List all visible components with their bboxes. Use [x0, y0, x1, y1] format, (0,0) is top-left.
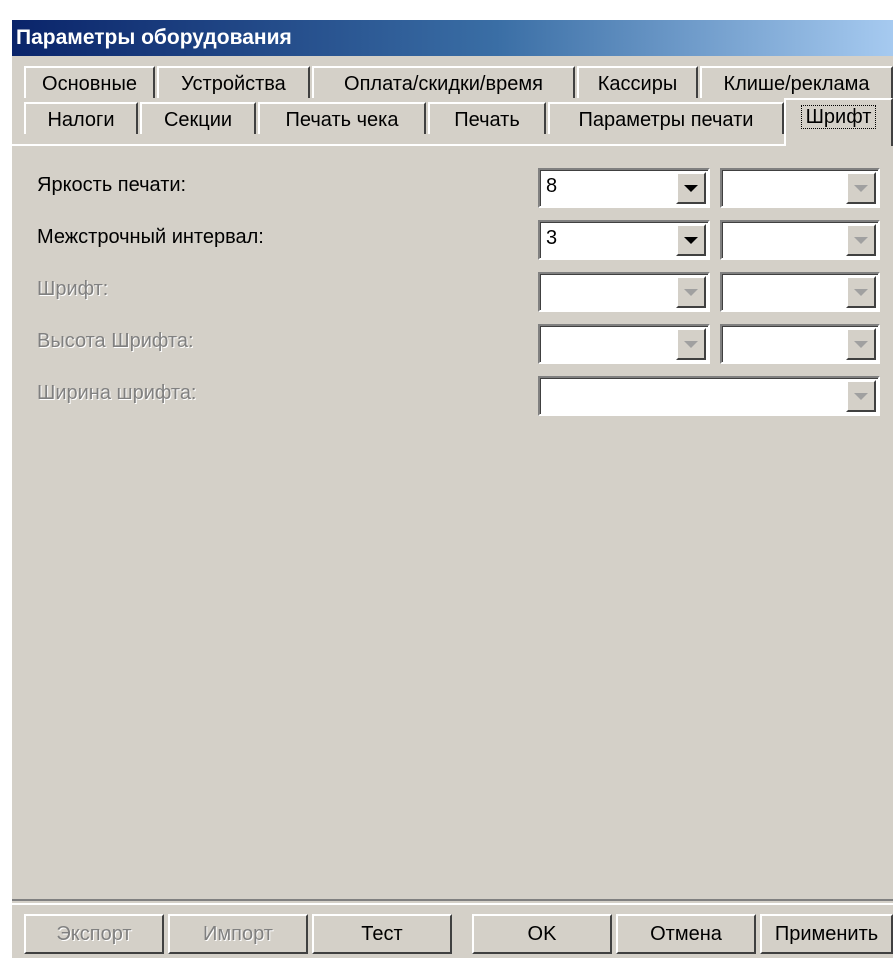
chevron-down-icon	[676, 276, 706, 308]
tab-label: Клише/реклама	[723, 73, 870, 95]
cancel-button[interactable]: Отмена	[616, 914, 756, 954]
tab-pechat[interactable]: Печать	[428, 102, 546, 134]
tab-label: Основные	[42, 73, 137, 95]
tab-label: Печать чека	[285, 109, 399, 131]
window-title: Параметры оборудования	[16, 26, 292, 49]
chevron-down-icon	[846, 328, 876, 360]
font-height-label: Высота Шрифта:	[37, 330, 194, 352]
tab-label: Печать	[454, 109, 520, 131]
tab-osnovnye[interactable]: Основные	[24, 66, 155, 98]
apply-button[interactable]: Применить	[760, 914, 893, 954]
test-button[interactable]: Тест	[312, 914, 452, 954]
brightness-select[interactable]: 8	[538, 168, 710, 208]
title-bar[interactable]: Параметры оборудования	[12, 20, 893, 56]
chevron-down-icon[interactable]	[676, 172, 706, 204]
chevron-down-icon	[846, 172, 876, 204]
font-select-secondary	[720, 272, 880, 312]
ok-button[interactable]: OK	[472, 914, 612, 954]
tab-nalogi[interactable]: Налоги	[24, 102, 138, 134]
tab-panel-shrift: Яркость печати: 8 Межстрочный интервал: …	[12, 144, 893, 899]
tab-ustroistva[interactable]: Устройства	[157, 66, 310, 98]
dialog-window: Параметры оборудования Основные Устройст…	[10, 18, 893, 958]
font-height-select-secondary	[720, 324, 880, 364]
line-spacing-select[interactable]: 3	[538, 220, 710, 260]
chevron-down-icon	[846, 380, 876, 412]
font-width-select	[538, 376, 880, 416]
tab-parametry-pechati[interactable]: Параметры печати	[548, 102, 784, 134]
chevron-down-icon	[846, 276, 876, 308]
tab-label: Оплата/скидки/время	[344, 73, 543, 95]
font-width-label: Ширина шрифта:	[37, 382, 197, 404]
tab-shrift[interactable]: Шрифт	[784, 98, 893, 146]
tab-pechat-cheka[interactable]: Печать чека	[258, 102, 426, 134]
tab-label: Секции	[163, 109, 233, 131]
font-label: Шрифт:	[37, 278, 109, 300]
tab-label: Налоги	[47, 109, 115, 131]
font-height-select	[538, 324, 710, 364]
chevron-down-icon[interactable]	[676, 224, 706, 256]
tab-label: Устройства	[181, 73, 286, 95]
tab-oplata[interactable]: Оплата/скидки/время	[312, 66, 575, 98]
import-button[interactable]: Импорт	[168, 914, 308, 954]
brightness-label: Яркость печати:	[37, 174, 187, 196]
tab-label: Кассиры	[597, 73, 678, 95]
tab-klishe[interactable]: Клише/реклама	[700, 66, 893, 98]
brightness-select-secondary	[720, 168, 880, 208]
line-spacing-label: Межстрочный интервал:	[37, 226, 264, 248]
tab-label: Шрифт	[800, 105, 877, 129]
line-spacing-value: 3	[546, 227, 558, 249]
chevron-down-icon	[846, 224, 876, 256]
chevron-down-icon	[676, 328, 706, 360]
line-spacing-select-secondary	[720, 220, 880, 260]
font-select	[538, 272, 710, 312]
tab-label: Параметры печати	[578, 109, 754, 131]
tab-sekcii[interactable]: Секции	[140, 102, 256, 134]
tab-kassiry[interactable]: Кассиры	[577, 66, 698, 98]
export-button[interactable]: Экспорт	[24, 914, 164, 954]
bottom-separator	[12, 899, 893, 905]
brightness-value: 8	[546, 175, 558, 197]
